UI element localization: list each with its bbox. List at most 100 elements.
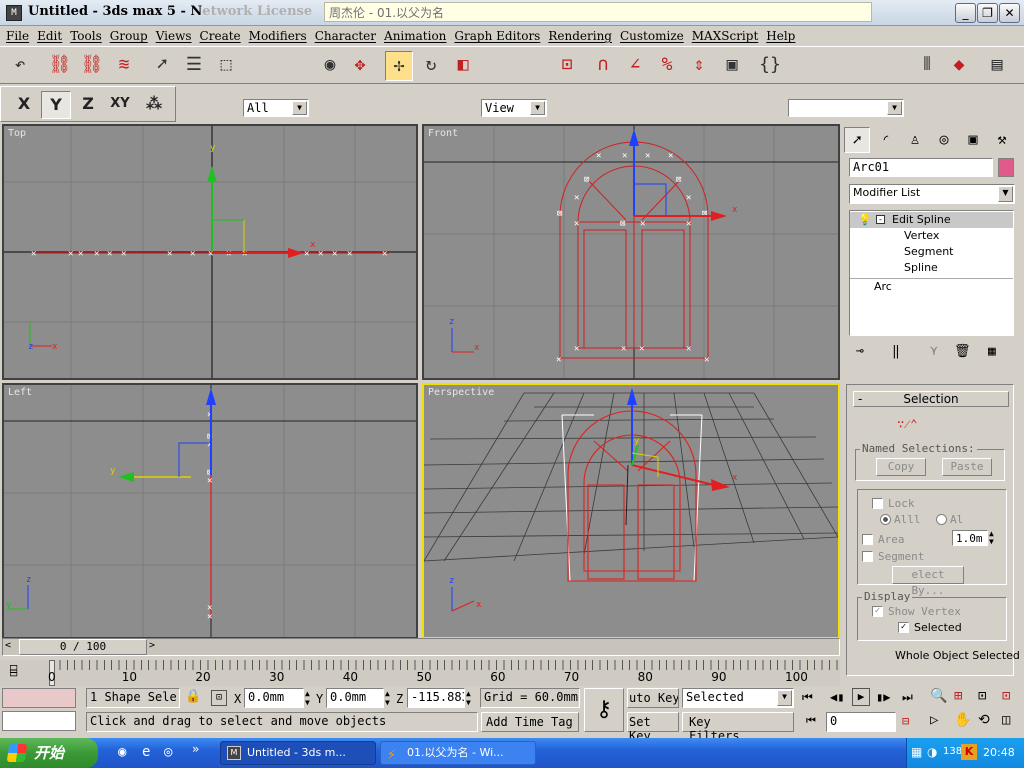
menu-file[interactable]: File xyxy=(2,27,33,45)
mirror-icon[interactable]: ⫴ xyxy=(913,51,941,81)
slider-next-icon[interactable]: > xyxy=(149,640,155,651)
named-selection-sets-dropdown[interactable]: ▼ xyxy=(788,99,904,117)
show-end-result-icon[interactable]: ‖ xyxy=(892,344,900,359)
viewport-front[interactable]: Front ✕ ✕ ✕ ✕ ✕ ✕ ✕ ✕ ✕ ✕ ⊠ ⊠ ⊠ ⊠ ✕ ✕ ⊠ ✕ ✕ ✕ x x z xyxy=(422,124,840,380)
track-view-icon[interactable]: ▤ xyxy=(983,51,1011,81)
time-slider-thumb[interactable]: 0 / 100 xyxy=(19,639,147,655)
stack-item-vertex[interactable]: Vertex xyxy=(850,228,1013,244)
remove-modifier-icon[interactable]: 🗑 xyxy=(954,344,971,359)
stack-item-spline[interactable]: Spline xyxy=(850,260,1013,276)
viewport-top[interactable]: Top ✕✕✕✕✕✕ ✕✕✕✕✕ ✕✕✕✕✕ x y x z xyxy=(2,124,418,380)
paste-button[interactable]: Paste xyxy=(942,458,992,476)
copy-button[interactable]: Copy xyxy=(876,458,926,476)
menu-character[interactable]: Character xyxy=(311,27,380,45)
al-radio[interactable] xyxy=(936,514,947,525)
motion-tab-icon[interactable]: ◎ xyxy=(931,127,957,153)
zoom-extents-icon[interactable]: ⊡ xyxy=(978,688,986,704)
edit-named-selections-icon[interactable]: ▣ xyxy=(718,51,746,81)
select-object-icon[interactable]: ➚ xyxy=(148,51,176,81)
create-tab-icon[interactable]: ➚ xyxy=(844,127,870,153)
select-and-rotate-icon[interactable]: ↻ xyxy=(417,51,445,81)
unlink-icon[interactable]: ⛓ xyxy=(78,51,106,81)
pan-icon[interactable]: ✋ xyxy=(954,712,971,728)
set-key-button[interactable]: Set Key xyxy=(627,712,679,743)
spinner-snap-icon[interactable]: ⇕ xyxy=(685,51,713,81)
object-color-swatch[interactable] xyxy=(998,158,1014,177)
named-selection-sets-icon[interactable]: {} xyxy=(756,51,784,81)
area-spinner[interactable]: 1.0m xyxy=(952,530,988,546)
selection-lock-icon[interactable]: 🔒 xyxy=(185,689,201,704)
y-spinner-icon[interactable]: ▲ ▼ xyxy=(385,689,390,707)
auto-key-button[interactable]: uto Key xyxy=(627,688,679,708)
utilities-tab-icon[interactable]: ⚒ xyxy=(989,127,1015,153)
percent-snap-icon[interactable]: % xyxy=(653,51,681,81)
play-icon[interactable]: ▶ xyxy=(852,688,870,706)
menu-animation[interactable]: Animation xyxy=(380,27,450,45)
maximize-viewport-icon[interactable]: ◫ xyxy=(1002,712,1010,728)
zoom-icon[interactable]: 🔍 xyxy=(930,688,947,704)
restore-button[interactable]: ❐ xyxy=(977,3,998,23)
segment-checkbox[interactable] xyxy=(862,551,873,562)
undo-icon[interactable]: ↶ xyxy=(6,51,34,81)
reference-coordinate-dropdown[interactable]: View ▼ xyxy=(481,99,547,117)
z-spinner-icon[interactable]: ▲ ▼ xyxy=(466,689,471,707)
hierarchy-tab-icon[interactable]: ♙ xyxy=(902,127,928,153)
prev-frame-icon[interactable]: ◀▮ xyxy=(830,690,844,704)
goto-start-icon[interactable]: ⏮ xyxy=(802,690,813,705)
lock-checkbox[interactable] xyxy=(872,498,883,509)
quick-launch-explorer-icon[interactable]: ◎ xyxy=(164,744,172,760)
axis-y-button[interactable]: Y xyxy=(41,91,71,119)
menu-rendering[interactable]: Rendering xyxy=(544,27,616,45)
axis-z-button[interactable]: Z xyxy=(73,91,103,119)
menu-create[interactable]: Create xyxy=(196,27,245,45)
window-crossing-icon[interactable]: ◉ xyxy=(316,51,344,81)
x-spinner-icon[interactable]: ▲ ▼ xyxy=(305,689,310,707)
arc-rotate-icon[interactable]: ⟲ xyxy=(978,712,990,728)
add-time-tag-button[interactable]: Add Time Tag xyxy=(481,712,579,732)
lightbulb-icon[interactable]: 💡 xyxy=(858,212,872,228)
slider-prev-icon[interactable]: < xyxy=(5,640,11,651)
z-coordinate-field[interactable]: -115.883 xyxy=(407,688,465,708)
select-by-name-icon[interactable]: ☰ xyxy=(180,51,208,81)
sub-object-level-icons[interactable]: ∵⁄⌃ xyxy=(897,417,919,432)
track-bar[interactable]: ⌸ 0 10 20 30 40 50 60 70 80 90 100 xyxy=(0,660,840,686)
key-selection-dropdown[interactable]: Selected ▼ xyxy=(682,688,794,708)
quick-launch-media-icon[interactable]: ◉ xyxy=(118,744,126,760)
rollout-header[interactable]: - Selection xyxy=(853,391,1009,407)
menu-edit[interactable]: Edit xyxy=(33,27,66,45)
tray-k-icon[interactable]: K xyxy=(961,744,977,760)
menu-graph-editors[interactable]: Graph Editors xyxy=(450,27,544,45)
start-button[interactable]: 开始 xyxy=(0,738,98,768)
rollout-collapse-toggle[interactable]: - xyxy=(858,392,862,406)
select-and-move-icon[interactable]: ✢ xyxy=(385,51,413,81)
menu-tools[interactable]: Tools xyxy=(66,27,106,45)
key-filters-button[interactable]: Key Filters... xyxy=(682,712,794,743)
set-key-mode-icon[interactable]: ⚷ xyxy=(584,688,624,732)
track-bar-filter-icon[interactable]: ⌸ xyxy=(10,664,32,682)
menu-modifiers[interactable]: Modifiers xyxy=(245,27,311,45)
x-coordinate-field[interactable]: 0.0mm xyxy=(244,688,304,708)
area-checkbox[interactable] xyxy=(862,534,873,545)
bind-space-warp-icon[interactable]: ≋ xyxy=(110,51,138,81)
modifier-list-dropdown[interactable]: Modifier List ▼ xyxy=(849,184,1015,204)
selected-checkbox[interactable]: ✓ xyxy=(898,622,909,633)
menu-group[interactable]: Group xyxy=(106,27,152,45)
stack-item-segment[interactable]: Segment xyxy=(850,244,1013,260)
axis-x-button[interactable]: X xyxy=(9,91,39,119)
object-name-field[interactable]: Arc01 xyxy=(849,158,993,177)
pin-stack-icon[interactable]: ⊸ xyxy=(856,344,864,359)
stack-item-edit-spline[interactable]: 💡 - Edit Spline xyxy=(850,212,1013,228)
angle-snap-icon[interactable]: ∠ xyxy=(621,51,649,81)
menu-views[interactable]: Views xyxy=(152,27,196,45)
alll-radio[interactable] xyxy=(880,514,891,525)
y-coordinate-field[interactable]: 0.0mm xyxy=(326,688,384,708)
goto-end-icon[interactable]: ⏭ xyxy=(902,690,913,705)
viewport-left[interactable]: Left ✕ ⊠ ✕ ⊠ ✕ ✕ ✕ y z y xyxy=(2,383,418,639)
menu-maxscript[interactable]: MAXScript xyxy=(688,27,763,45)
time-config-icon[interactable]: ⊟ xyxy=(902,714,909,728)
next-frame-icon[interactable]: ▮▶ xyxy=(876,690,890,704)
modify-tab-icon[interactable]: ◜ xyxy=(873,127,899,153)
selection-filter-dropdown[interactable]: All ▼ xyxy=(243,99,309,117)
align-icon[interactable]: ◆ xyxy=(945,51,973,81)
time-slider-track[interactable]: < 0 / 100 > xyxy=(2,638,840,656)
